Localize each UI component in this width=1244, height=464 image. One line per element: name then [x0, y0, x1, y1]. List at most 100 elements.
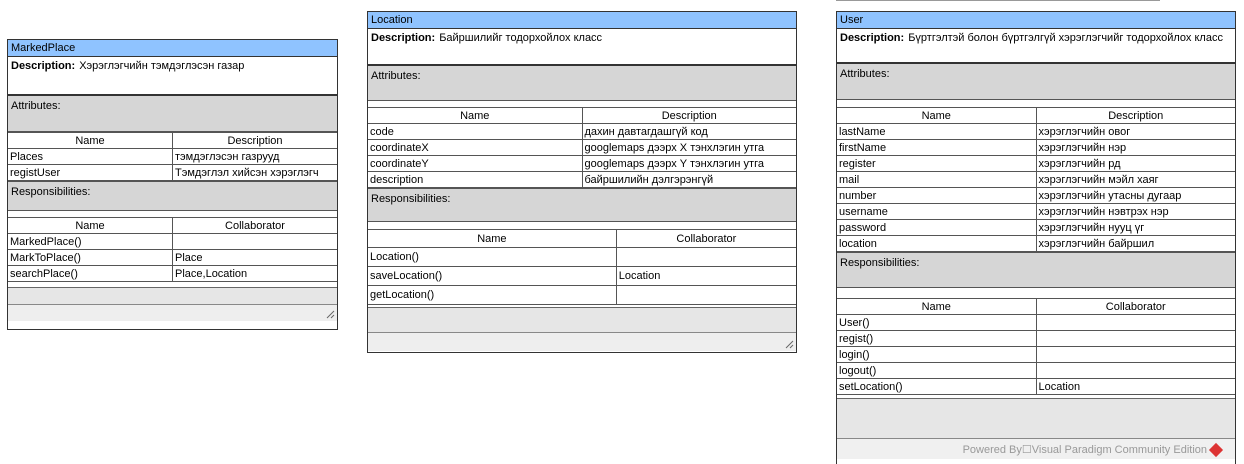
attribute-description: тэмдэглэсэн газрууд	[172, 148, 337, 165]
description-label: Description:	[840, 32, 905, 44]
responsibility-row[interactable]: User()	[837, 314, 1235, 331]
responsibility-name: regist()	[837, 330, 1037, 347]
attribute-name: coordinateY	[368, 155, 583, 172]
responsibilities-section: Responsibilities:	[368, 188, 796, 222]
responsibility-name: logout()	[837, 362, 1037, 379]
attribute-description: googlemaps дээрх Y тэнхлэгин утга	[581, 155, 796, 172]
attributes-table: Name Description code дахин давтагдашгүй…	[368, 107, 796, 188]
attribute-row[interactable]: registUser Тэмдэглэл хийсэн хэрэглэгч	[8, 164, 337, 181]
responsibility-name: setLocation()	[837, 378, 1037, 395]
card-title: MarkedPlace	[8, 40, 337, 57]
crc-card-user[interactable]: User Description: Бүртгэлтэй болон бүртг…	[836, 11, 1236, 464]
card-footer	[8, 287, 337, 304]
responsibility-row[interactable]: setLocation() Location	[837, 378, 1235, 395]
responsibility-row[interactable]: login()	[837, 346, 1235, 363]
responsibilities-header-collaborator: Collaborator	[1035, 298, 1235, 315]
attribute-description: хэрэглэгчийн нэр	[1035, 139, 1235, 156]
responsibility-name: getLocation()	[368, 285, 617, 305]
resize-bar[interactable]	[368, 332, 796, 351]
responsibility-row[interactable]: logout()	[837, 362, 1235, 379]
responsibility-collaborator	[615, 247, 796, 267]
responsibility-collaborator: Place,Location	[172, 265, 337, 282]
responsibilities-header-row: Name Collaborator	[8, 217, 337, 234]
responsibilities-header-collaborator: Collaborator	[615, 229, 796, 248]
responsibilities-label: Responsibilities:	[11, 186, 91, 198]
attribute-row[interactable]: coordinateX googlemaps дээрх X тэнхлэгин…	[368, 139, 796, 156]
responsibility-name: MarkToPlace()	[8, 249, 173, 266]
resize-grip-icon[interactable]	[326, 310, 335, 319]
attribute-name: mail	[837, 171, 1037, 188]
attribute-description: хэрэглэгчийн мэйл хаяг	[1035, 171, 1235, 188]
attributes-section: Attributes:	[368, 66, 796, 101]
attribute-description: дахин давтагдашгүй код	[581, 123, 796, 140]
attribute-row[interactable]: mail хэрэглэгчийн мэйл хаяг	[837, 171, 1235, 188]
attributes-header-row: Name Description	[368, 107, 796, 124]
card-description: Description: Бүртгэлтэй болон бүртгэлгүй…	[837, 29, 1235, 64]
attribute-row[interactable]: coordinateY googlemaps дээрх Y тэнхлэгин…	[368, 155, 796, 172]
attribute-name: Places	[8, 148, 173, 165]
responsibility-row[interactable]: searchPlace() Place,Location	[8, 265, 337, 282]
resize-bar[interactable]	[8, 304, 337, 321]
attribute-description: хэрэглэгчийн нэвтрэх нэр	[1035, 203, 1235, 220]
responsibility-name: login()	[837, 346, 1037, 363]
responsibility-row[interactable]: regist()	[837, 330, 1235, 347]
crc-card-markedplace[interactable]: MarkedPlace Description: Хэрэглэгчийн тэ…	[7, 39, 338, 330]
attribute-row[interactable]: password хэрэглэгчийн нууц үг	[837, 219, 1235, 236]
visual-paradigm-logo-icon	[1208, 443, 1224, 458]
attributes-section: Attributes:	[8, 96, 337, 132]
attribute-description: хэрэглэгчийн байршил	[1035, 235, 1235, 252]
responsibility-row[interactable]: MarkToPlace() Place	[8, 249, 337, 266]
attribute-name: password	[837, 219, 1037, 236]
attribute-row[interactable]: description байршилийн дэлгэрэнгүй	[368, 171, 796, 188]
attribute-description: googlemaps дээрх X тэнхлэгин утга	[581, 139, 796, 156]
responsibilities-label: Responsibilities:	[371, 193, 451, 205]
responsibilities-table: Name Collaborator Location() saveLocatio…	[368, 229, 796, 305]
attributes-header-description: Description	[1035, 107, 1235, 124]
responsibility-row[interactable]: Location()	[368, 247, 796, 267]
responsibility-name: User()	[837, 314, 1037, 331]
attributes-header-name: Name	[368, 107, 583, 124]
attributes-table: Name Description lastName хэрэглэгчийн о…	[837, 107, 1235, 252]
card-title: Location	[368, 12, 796, 29]
attribute-row[interactable]: location хэрэглэгчийн байршил	[837, 235, 1235, 252]
attribute-row[interactable]: username хэрэглэгчийн нэвтрэх нэр	[837, 203, 1235, 220]
responsibility-collaborator	[172, 233, 337, 250]
responsibilities-header-collaborator: Collaborator	[172, 217, 337, 234]
responsibilities-header-row: Name Collaborator	[368, 229, 796, 248]
responsibility-name: MarkedPlace()	[8, 233, 173, 250]
attribute-name: description	[368, 171, 583, 188]
attribute-description: Тэмдэглэл хийсэн хэрэглэгч	[172, 164, 337, 181]
resize-grip-icon[interactable]	[785, 340, 794, 349]
attribute-row[interactable]: firstName хэрэглэгчийн нэр	[837, 139, 1235, 156]
attribute-row[interactable]: number хэрэглэгчийн утасны дугаар	[837, 187, 1235, 204]
responsibility-collaborator: Place	[172, 249, 337, 266]
responsibilities-header-name: Name	[837, 298, 1037, 315]
responsibility-collaborator	[1035, 346, 1235, 363]
attribute-row[interactable]: Places тэмдэглэсэн газрууд	[8, 148, 337, 165]
powered-by-text: Powered By☐Visual Paradigm Community Edi…	[962, 443, 1224, 458]
attribute-name: lastName	[837, 123, 1037, 140]
responsibility-name: Location()	[368, 247, 617, 267]
responsibility-row[interactable]: saveLocation() Location	[368, 266, 796, 286]
responsibilities-section: Responsibilities:	[8, 181, 337, 211]
attribute-row[interactable]: code дахин давтагдашгүй код	[368, 123, 796, 140]
description-text: Хэрэглэгчийн тэмдэглэсэн газар	[79, 60, 245, 72]
responsibilities-header-row: Name Collaborator	[837, 298, 1235, 315]
attribute-name: location	[837, 235, 1037, 252]
description-label: Description:	[371, 32, 436, 44]
responsibility-row[interactable]: getLocation()	[368, 285, 796, 305]
responsibility-collaborator	[1035, 362, 1235, 379]
responsibility-collaborator	[1035, 314, 1235, 331]
attribute-row[interactable]: lastName хэрэглэгчийн овог	[837, 123, 1235, 140]
attribute-row[interactable]: register хэрэглэгчийн рд	[837, 155, 1235, 172]
responsibilities-table: Name Collaborator MarkedPlace() MarkToPl…	[8, 217, 337, 282]
attributes-header-name: Name	[837, 107, 1037, 124]
attribute-description: хэрэглэгчийн овог	[1035, 123, 1235, 140]
responsibility-row[interactable]: MarkedPlace()	[8, 233, 337, 250]
responsibility-name: searchPlace()	[8, 265, 173, 282]
attributes-header-name: Name	[8, 132, 173, 149]
crc-card-location[interactable]: Location Description: Байршилийг тодорхо…	[367, 11, 797, 353]
powered-by-label: Powered By☐Visual Paradigm Community Edi…	[962, 444, 1207, 456]
attribute-name: username	[837, 203, 1037, 220]
attribute-name: coordinateX	[368, 139, 583, 156]
